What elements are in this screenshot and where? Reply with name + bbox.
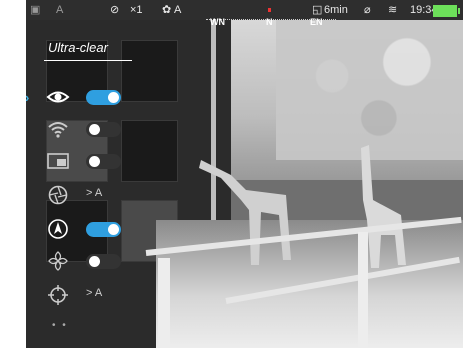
menu-item-wifi[interactable] xyxy=(26,114,146,144)
record-icon: ▣ xyxy=(30,4,41,16)
display-mode-toggle[interactable] xyxy=(86,90,121,105)
hide-icon: ⊘ xyxy=(110,4,120,16)
scene-trees xyxy=(276,20,463,160)
hotspot-icon xyxy=(48,251,68,271)
reticle-value: > A xyxy=(86,287,103,299)
shutter-icon xyxy=(48,185,68,205)
menu-divider xyxy=(44,60,132,61)
pip-icon xyxy=(47,153,69,169)
wifi-icon xyxy=(48,122,68,138)
scene-giraffes xyxy=(199,145,406,268)
crosshair-icon xyxy=(48,285,68,305)
menu-item-reticle[interactable]: > A xyxy=(26,280,146,310)
zoom-level: ×1 xyxy=(130,4,143,16)
menu-item-shutter[interactable]: > A xyxy=(26,180,146,210)
compass-center: N xyxy=(266,17,273,27)
menu-item-picture-in-picture[interactable] xyxy=(26,146,146,176)
menu-item-navigation[interactable] xyxy=(26,214,146,244)
shutter-value: > A xyxy=(86,187,103,199)
menu-title: Ultra-clear xyxy=(48,40,108,55)
reticle-value-text: A xyxy=(94,287,103,299)
compass-icon xyxy=(48,219,68,239)
mode-value: A xyxy=(174,4,182,16)
mic-off-icon: ⌀ xyxy=(364,4,371,16)
compass-left: WN xyxy=(210,17,225,27)
status-left-a: A xyxy=(56,4,64,16)
menu-item-hotspot[interactable] xyxy=(26,246,146,276)
thermal-viewer: ▣ A ⊘ ×1 ✿ A ◱ 6min ⌀ ≋ 19:34 WN N EN Ul… xyxy=(26,0,463,348)
hotspot-toggle[interactable] xyxy=(86,254,121,269)
compass-right: EN xyxy=(310,17,323,27)
compass: WN N EN xyxy=(206,8,336,27)
compass-marker xyxy=(268,8,271,12)
wifi-toggle[interactable] xyxy=(86,122,121,137)
wifi-status-icon: ≋ xyxy=(388,4,398,16)
more-indicator-icon: • • xyxy=(52,320,68,331)
navigation-toggle[interactable] xyxy=(86,222,121,237)
gear-icon: ✿ xyxy=(162,4,172,16)
pip-toggle[interactable] xyxy=(86,154,121,169)
eye-icon xyxy=(46,91,70,103)
shutter-value-text: A xyxy=(94,187,103,199)
battery-icon xyxy=(433,5,460,17)
menu-item-display-mode[interactable]: › xyxy=(26,82,146,112)
scene-post xyxy=(358,232,368,348)
scene-post xyxy=(158,258,170,348)
selection-arrow-icon: › xyxy=(26,90,29,105)
